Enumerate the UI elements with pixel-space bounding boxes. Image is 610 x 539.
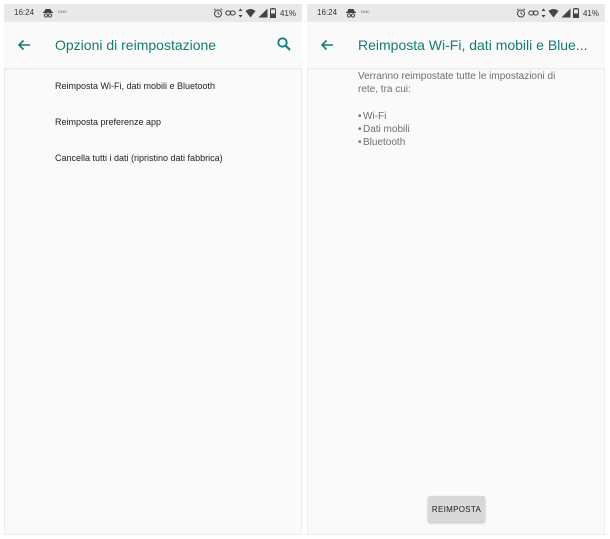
option-reset-network[interactable]: Reimposta Wi-Fi, dati mobili e Bluetooth xyxy=(4,68,302,104)
wifi-icon xyxy=(548,9,559,18)
data-arrows-icon xyxy=(238,8,243,18)
option-reset-app-preferences[interactable]: Reimposta preferenze app xyxy=(4,104,302,140)
reset-description: Verranno reimpostate tutte le impostazio… xyxy=(358,70,588,96)
link-icon xyxy=(528,10,539,16)
reset-button[interactable]: REIMPOSTA xyxy=(428,496,485,522)
list-item-label: Bluetooth xyxy=(363,137,406,148)
incognito-icon xyxy=(346,9,356,18)
reset-network-screen: 16:24 DNC 41% Reimposta Wi-Fi, dati mobi… xyxy=(307,4,605,535)
list-item: • Wi-Fi xyxy=(358,111,387,122)
dnc-indicator: DNC xyxy=(58,9,68,14)
status-time: 16:24 xyxy=(14,8,35,17)
search-icon[interactable] xyxy=(276,36,292,52)
reset-options-list: Reimposta Wi-Fi, dati mobili e Bluetooth… xyxy=(4,68,302,176)
incognito-icon xyxy=(43,9,53,18)
battery-percent: 41% xyxy=(582,8,599,18)
battery-icon xyxy=(572,8,579,18)
description-line: rete, tra cui: xyxy=(358,84,411,95)
reset-options-screen: 16:24 DNC 41% Opzioni di reimpostazione … xyxy=(4,4,302,535)
list-item: • Dati mobili xyxy=(358,124,410,135)
battery-icon xyxy=(269,8,276,18)
alarm-icon xyxy=(516,8,526,18)
status-time: 16:24 xyxy=(317,8,338,17)
status-icons: 41% xyxy=(213,7,296,19)
battery-percent: 41% xyxy=(279,8,296,18)
list-item-label: Wi-Fi xyxy=(363,111,387,122)
signal-icon xyxy=(561,8,571,18)
page-title: Reimposta Wi-Fi, dati mobili e Blue... xyxy=(358,37,588,53)
description-line: Verranno reimpostate tutte le impostazio… xyxy=(358,71,556,82)
back-arrow-icon[interactable] xyxy=(319,37,335,53)
toolbar: Opzioni di reimpostazione xyxy=(4,22,302,68)
wifi-icon xyxy=(245,9,256,18)
data-arrows-icon xyxy=(541,8,546,18)
status-icons: 41% xyxy=(516,7,599,19)
dnc-indicator: DNC xyxy=(361,9,371,14)
signal-icon xyxy=(258,8,268,18)
alarm-icon xyxy=(213,8,223,18)
back-arrow-icon[interactable] xyxy=(16,37,32,53)
option-factory-reset[interactable]: Cancella tutti i dati (ripristino dati f… xyxy=(4,140,302,176)
status-bar: 16:24 DNC 41% xyxy=(307,4,605,22)
list-item: • Bluetooth xyxy=(358,137,406,148)
toolbar: Reimposta Wi-Fi, dati mobili e Blue... xyxy=(307,22,605,68)
list-item-label: Dati mobili xyxy=(363,124,410,135)
page-title: Opzioni di reimpostazione xyxy=(55,37,217,53)
reset-items-list: • Wi-Fi • Dati mobili • Bluetooth xyxy=(358,110,410,149)
link-icon xyxy=(225,10,236,16)
status-bar: 16:24 DNC 41% xyxy=(4,4,302,22)
